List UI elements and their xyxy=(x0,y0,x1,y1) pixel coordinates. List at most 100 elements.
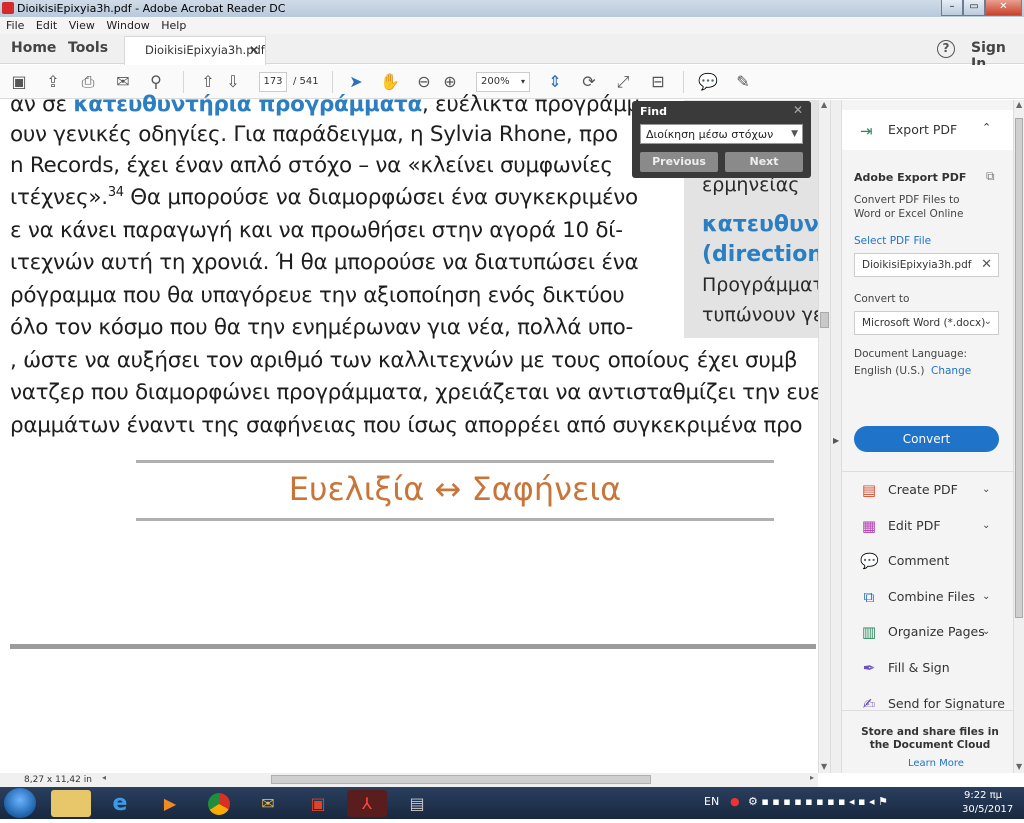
zoom-value: 200% xyxy=(481,76,510,87)
chevron-down-icon[interactable]: ⌄ xyxy=(982,475,990,505)
home-tab[interactable]: Home xyxy=(11,40,56,56)
next-page-icon[interactable]: ⇩ xyxy=(223,72,243,92)
export-pdf-icon: ⇥ xyxy=(860,122,873,140)
footnote-marker[interactable]: 34 xyxy=(108,185,124,200)
minimize-button[interactable]: – xyxy=(941,0,963,16)
tool-item[interactable]: ▦ Edit PDF ⌄ xyxy=(842,511,1014,541)
search-icon[interactable]: ⚲ xyxy=(146,72,166,92)
chevron-down-icon[interactable]: ▼ xyxy=(791,125,798,144)
margin-note-term-en: (direction xyxy=(702,242,823,267)
term-link: κατευθυντήρια προγράμματα xyxy=(73,92,422,117)
find-previous-button[interactable]: Previous xyxy=(640,152,718,172)
clock-date[interactable]: 30/5/2017 xyxy=(962,804,1013,815)
acrobat-taskbar-icon[interactable]: ⅄ xyxy=(347,790,387,817)
zoom-select[interactable]: 200% ▾ xyxy=(476,72,530,92)
full-screen-icon[interactable]: ⤢ xyxy=(613,72,633,92)
document-text-line: ιτέχνες».34 Θα μπορούσε να διαμορφώσει έ… xyxy=(10,185,638,211)
format-select[interactable]: Microsoft Word (*.docx) ⌄ xyxy=(854,311,999,335)
chevron-down-icon[interactable]: ⌄ xyxy=(982,511,990,541)
scroll-thumb[interactable] xyxy=(1015,118,1023,618)
page-number-input[interactable]: 173 xyxy=(259,72,287,92)
tray-icon[interactable]: ● xyxy=(730,795,740,808)
chevron-down-icon[interactable]: ⌄ xyxy=(982,582,990,612)
convert-button[interactable]: Convert xyxy=(854,426,999,452)
tool-item[interactable]: ▤ Create PDF ⌄ xyxy=(842,475,1014,505)
change-language-link[interactable]: Change xyxy=(931,365,971,377)
taskbar: e ▶ ✉ ▣ ⅄ ▤ EN ● ⚙ ▪ ▪ ▪ ▪ ▪ ▪ ▪ ▪ ◂ ▪ ◂… xyxy=(0,787,1024,819)
save-icon[interactable]: ▣ xyxy=(9,72,29,92)
scroll-thumb[interactable] xyxy=(820,312,829,328)
tool-label: Combine Files xyxy=(888,588,975,604)
tool-item[interactable]: ▥ Organize Pages ⌄ xyxy=(842,617,1014,647)
tool-item[interactable]: 💬 Comment xyxy=(842,546,1014,576)
menu-view[interactable]: View xyxy=(63,17,95,34)
learn-more-link[interactable]: Learn More xyxy=(908,758,964,769)
comment-tool-icon[interactable]: 💬 xyxy=(698,72,718,92)
selected-file-field[interactable]: DioikisiEpixyia3h.pdf ✕ xyxy=(854,253,999,277)
close-tab-icon[interactable]: ✕ xyxy=(249,37,259,63)
select-tool-icon[interactable]: ➤ xyxy=(346,72,366,92)
office-icon[interactable]: ▣ xyxy=(298,790,338,817)
select-file-link[interactable]: Select PDF File xyxy=(854,235,931,247)
chevron-down-icon[interactable]: ⌄ xyxy=(982,617,990,647)
find-next-button[interactable]: Next xyxy=(725,152,803,172)
menu-help[interactable]: Help xyxy=(155,17,186,34)
menu-window[interactable]: Window xyxy=(100,17,149,34)
scroll-thumb[interactable] xyxy=(271,775,651,784)
start-button[interactable] xyxy=(4,788,36,818)
document-taskbar-icon[interactable]: ▤ xyxy=(397,790,437,817)
menu-edit[interactable]: Edit xyxy=(30,17,57,34)
print-icon[interactable]: ⎙ xyxy=(78,72,98,92)
export-pdf-label: Export PDF xyxy=(888,122,958,137)
internet-explorer-icon[interactable]: e xyxy=(100,790,140,817)
language-indicator[interactable]: EN xyxy=(704,795,719,808)
tool-label: Fill & Sign xyxy=(888,660,950,675)
document-tab-label: DioikisiEpixyia3h.pdf xyxy=(145,43,265,57)
fit-page-icon[interactable]: ⇕ xyxy=(545,72,565,92)
menu-file[interactable]: File xyxy=(0,17,24,34)
tool-label: Organize Pages xyxy=(888,624,985,640)
media-player-icon[interactable]: ▶ xyxy=(150,790,190,817)
document-text-line: ουν γενικές οδηγίες. Για παράδειγμα, η S… xyxy=(10,122,618,147)
vertical-scrollbar[interactable]: ▲ ▼ xyxy=(818,100,830,773)
email-icon[interactable]: ✉ xyxy=(113,72,133,92)
maximize-button[interactable]: ▭ xyxy=(963,0,985,16)
tool-item[interactable]: ✒ Fill & Sign xyxy=(842,653,1014,683)
cloud-promo-text: Store and share files in the Document Cl… xyxy=(861,726,999,751)
find-input[interactable]: Διοίκηση μέσω στόχων ▼ xyxy=(640,124,803,144)
scroll-mode-icon[interactable]: ⊟ xyxy=(648,72,668,92)
folder-icon[interactable]: ✉ xyxy=(248,790,288,817)
margin-note-line: Προγράμματα xyxy=(702,274,837,296)
hand-tool-icon[interactable]: ✋ xyxy=(380,72,400,92)
highlight-tool-icon[interactable]: ✎ xyxy=(733,72,753,92)
tool-item[interactable]: ✍ Send for Signature xyxy=(842,689,1014,719)
right-panel-scrollbar[interactable]: ▲ ▼ xyxy=(1013,100,1024,773)
zoom-out-icon[interactable]: ⊖ xyxy=(414,72,434,92)
zoom-in-icon[interactable]: ⊕ xyxy=(440,72,460,92)
tool-label: Edit PDF xyxy=(888,517,941,533)
upload-icon[interactable]: ⇪ xyxy=(43,72,63,92)
right-tools-panel: ⇥ Export PDF ⌃ Adobe Export PDF ⧉ Conver… xyxy=(841,100,1014,773)
tool-item[interactable]: ⧉ Combine Files ⌄ xyxy=(842,582,1014,612)
clear-file-icon[interactable]: ✕ xyxy=(981,257,992,272)
horizontal-scrollbar[interactable]: ◂ ▸ xyxy=(98,773,816,785)
clock-time[interactable]: 9:22 πμ xyxy=(964,790,1002,801)
close-button[interactable]: ✕ xyxy=(985,0,1022,16)
find-close-icon[interactable]: ✕ xyxy=(793,103,803,117)
find-query: Διοίκηση μέσω στόχων xyxy=(646,128,774,141)
menu-bar: File Edit View Window Help xyxy=(0,17,1024,34)
tray-icons[interactable]: ⚙ ▪ ▪ ▪ ▪ ▪ ▪ ▪ ▪ ◂ ▪ ◂ ⚑ xyxy=(748,795,888,808)
fill-sign-icon: ✒ xyxy=(862,659,876,677)
help-icon[interactable]: ? xyxy=(937,40,955,58)
panel-collapse-bar[interactable]: ▶ xyxy=(830,100,841,773)
document-tab[interactable]: DioikisiEpixyia3h.pdf ✕ xyxy=(124,36,266,65)
tools-tab[interactable]: Tools xyxy=(68,40,108,56)
chrome-icon[interactable] xyxy=(199,790,239,817)
export-pdf-header[interactable]: ⇥ Export PDF ⌃ xyxy=(842,110,1014,150)
previous-page-icon[interactable]: ⇧ xyxy=(198,72,218,92)
chevron-up-icon[interactable]: ⌃ xyxy=(982,121,991,134)
explorer-icon[interactable] xyxy=(51,790,91,817)
rotate-icon[interactable]: ⟳ xyxy=(579,72,599,92)
copy-icon[interactable]: ⧉ xyxy=(986,169,995,184)
page-break xyxy=(10,644,816,649)
